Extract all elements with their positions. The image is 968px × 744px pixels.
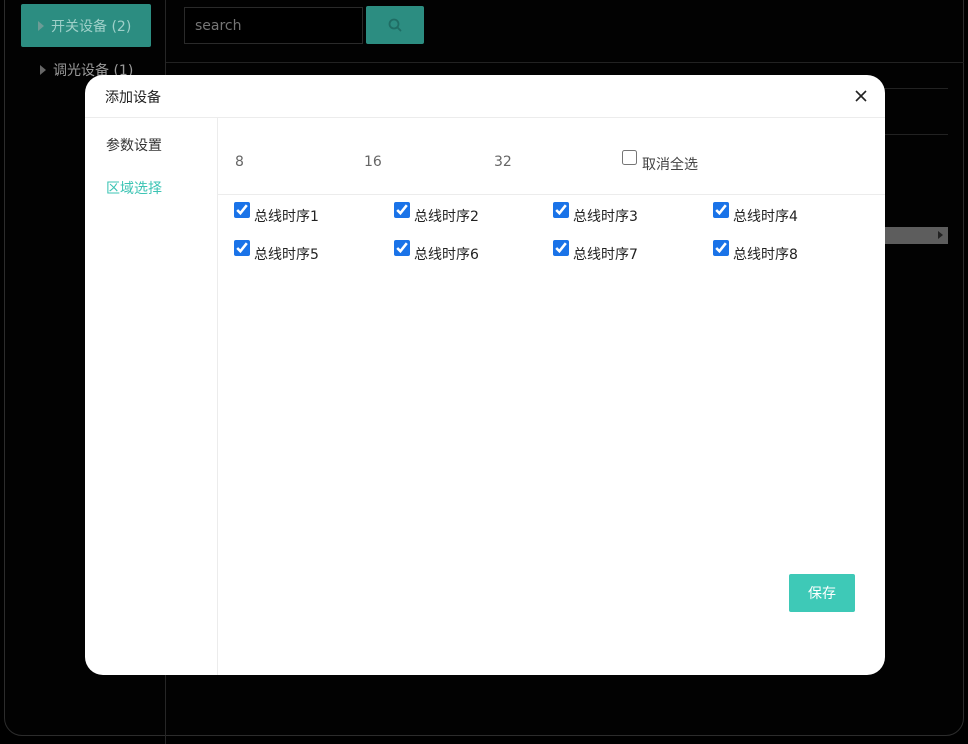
bus-timing-checkbox-3[interactable]: 总线时序3 (553, 202, 638, 226)
uncheck-all-checkbox[interactable] (622, 150, 637, 165)
horizontal-scrollbar[interactable] (882, 227, 948, 244)
add-device-modal: 添加设备 参数设置 区域选择 8 16 32 取消全选 总线时序1 总线时序2 … (85, 75, 885, 675)
checkbox-label: 总线时序7 (573, 247, 638, 263)
checkbox[interactable] (553, 240, 569, 256)
checkbox[interactable] (234, 240, 250, 256)
option-32[interactable]: 32 (494, 154, 512, 170)
checkbox-label: 总线时序5 (254, 247, 319, 263)
checkbox[interactable] (553, 202, 569, 218)
sidebar-item-label: 开关设备 (2) (51, 18, 132, 35)
checkbox-label: 总线时序8 (733, 247, 798, 263)
save-button[interactable]: 保存 (789, 574, 855, 612)
checkbox-label: 总线时序6 (414, 247, 479, 263)
checkbox[interactable] (713, 240, 729, 256)
checkbox-label: 总线时序3 (573, 209, 638, 225)
option-8[interactable]: 8 (235, 154, 244, 170)
close-icon[interactable] (854, 89, 868, 103)
table-line (880, 134, 948, 135)
bus-timing-checkbox-6[interactable]: 总线时序6 (394, 240, 479, 264)
menu-item-area-selection[interactable]: 区域选择 (106, 178, 162, 198)
search-input[interactable] (184, 7, 363, 44)
modal-title: 添加设备 (105, 90, 161, 106)
menu-item-parameter-settings[interactable]: 参数设置 (106, 135, 162, 155)
bus-timing-checkbox-1[interactable]: 总线时序1 (234, 202, 319, 226)
content-divider (218, 194, 885, 195)
uncheck-all-label: 取消全选 (642, 157, 698, 173)
bus-timing-checkbox-8[interactable]: 总线时序8 (713, 240, 798, 264)
modal-header: 添加设备 (85, 75, 885, 118)
uncheck-all-control[interactable]: 取消全选 (622, 150, 698, 174)
bus-timing-checkbox-2[interactable]: 总线时序2 (394, 202, 479, 226)
modal-menu: 参数设置 区域选择 (85, 118, 218, 675)
caret-right-icon (40, 65, 46, 75)
caret-right-icon (38, 20, 44, 31)
scroll-right-arrow-icon[interactable] (938, 231, 943, 239)
modal-content: 8 16 32 取消全选 总线时序1 总线时序2 总线时序3 总线时序4 总线时… (218, 118, 885, 675)
bus-timing-checkbox-5[interactable]: 总线时序5 (234, 240, 319, 264)
sidebar-item-switch-devices[interactable]: 开关设备 (2) (21, 4, 151, 47)
checkbox-label: 总线时序2 (414, 209, 479, 225)
checkbox[interactable] (713, 202, 729, 218)
checkbox[interactable] (394, 240, 410, 256)
search-button[interactable] (366, 6, 424, 44)
checkbox[interactable] (234, 202, 250, 218)
bus-timing-checkbox-7[interactable]: 总线时序7 (553, 240, 638, 264)
bus-timing-checkbox-4[interactable]: 总线时序4 (713, 202, 798, 226)
header-divider (166, 62, 964, 63)
table-line (880, 88, 948, 89)
search-icon (388, 18, 402, 32)
option-16[interactable]: 16 (364, 154, 382, 170)
checkbox-label: 总线时序4 (733, 209, 798, 225)
checkbox[interactable] (394, 202, 410, 218)
checkbox-label: 总线时序1 (254, 209, 319, 225)
